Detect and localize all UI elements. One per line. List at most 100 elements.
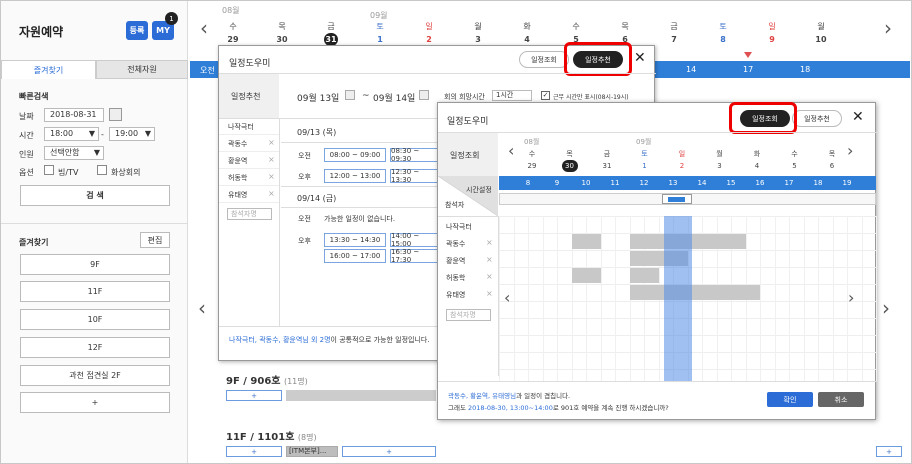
- weekday-label: 월: [716, 150, 723, 158]
- time-label: 시간: [19, 131, 34, 140]
- day-number[interactable]: 31: [599, 162, 615, 170]
- favorites-title: 즐겨찾기: [19, 238, 49, 247]
- time-start-select[interactable]: 18:00 ▼: [44, 127, 99, 141]
- remove-attendee-icon[interactable]: ×: [486, 272, 493, 281]
- time-slot[interactable]: 08:00 ~ 09:00: [324, 148, 386, 162]
- day-number[interactable]: 3: [712, 162, 728, 170]
- prev-hours-arrow[interactable]: ‹: [504, 288, 510, 307]
- room-title: 11F / 1101호 (8명): [226, 432, 317, 443]
- month-label: 08월: [524, 138, 540, 146]
- day-number[interactable]: 8: [716, 35, 730, 44]
- remove-attendee-icon[interactable]: ×: [486, 255, 493, 264]
- work-hours-checkbox[interactable]: ✓: [541, 91, 550, 100]
- remove-attendee-icon[interactable]: ×: [486, 289, 493, 298]
- day-number[interactable]: 30: [561, 160, 578, 172]
- day-number[interactable]: 10: [814, 35, 828, 44]
- hour-label: 15: [726, 179, 736, 187]
- remove-attendee-icon[interactable]: ×: [486, 238, 493, 247]
- room-slot[interactable]: +: [342, 446, 436, 457]
- close-icon[interactable]: ✕: [852, 109, 864, 125]
- tab-favorites[interactable]: 즐겨찾기: [1, 60, 96, 79]
- confirm-button[interactable]: 확인: [767, 392, 813, 407]
- add-favorite-button[interactable]: +: [20, 392, 170, 413]
- date-input[interactable]: 2018-08-31: [44, 108, 104, 122]
- option-beam-checkbox[interactable]: [44, 165, 54, 175]
- schedule-view-button[interactable]: 일정조회: [519, 51, 569, 68]
- option-video-checkbox[interactable]: [97, 165, 107, 175]
- next-week-arrow[interactable]: ›: [884, 16, 892, 40]
- weekday-label: 금: [603, 150, 611, 158]
- attendee-name: 유태영: [446, 291, 466, 299]
- attendee-search-input[interactable]: 참석자명: [446, 309, 491, 321]
- weekday-label: 수: [791, 150, 798, 158]
- favorite-item[interactable]: 과천 접견실 2F: [20, 365, 170, 386]
- favorite-item[interactable]: 10F: [20, 309, 170, 330]
- time-slot[interactable]: 14:00 ~ 15:00: [390, 232, 438, 248]
- grid-line: [832, 216, 834, 381]
- weekday-label: 수: [229, 22, 237, 31]
- room-slot[interactable]: +: [876, 446, 902, 457]
- grid-line: [615, 216, 616, 381]
- day-number[interactable]: 3: [471, 35, 485, 44]
- divider: [219, 202, 279, 203]
- room-slot[interactable]: +: [226, 390, 282, 401]
- register-button[interactable]: 등록: [126, 21, 148, 40]
- next-date-arrow[interactable]: ›: [847, 141, 853, 160]
- quick-search-title: 빠른검색: [19, 92, 49, 101]
- day-number[interactable]: 1: [373, 35, 387, 44]
- next-hours-arrow[interactable]: ›: [882, 296, 890, 320]
- day-number[interactable]: 9: [765, 35, 779, 44]
- day-number[interactable]: 6: [824, 162, 840, 170]
- hour-label: 18: [800, 65, 811, 74]
- time-end-select[interactable]: 19:00 ▼: [109, 127, 155, 141]
- calendar-icon[interactable]: [419, 90, 429, 100]
- remove-attendee-icon[interactable]: ×: [268, 138, 275, 147]
- remove-attendee-icon[interactable]: ×: [268, 189, 275, 198]
- am-label: 오전: [298, 152, 311, 160]
- day-number[interactable]: 7: [667, 35, 681, 44]
- attendee-name: 허동학: [446, 274, 466, 282]
- favorite-item[interactable]: 12F: [20, 337, 170, 358]
- day-number[interactable]: 30: [275, 35, 289, 44]
- prev-date-arrow[interactable]: ‹: [508, 141, 514, 160]
- prev-week-arrow[interactable]: ‹: [200, 16, 208, 40]
- time-slot[interactable]: 16:00 ~ 17:00: [324, 249, 386, 263]
- day-number[interactable]: 29: [226, 35, 240, 44]
- next-hours-arrow[interactable]: ›: [848, 288, 854, 307]
- close-icon[interactable]: ✕: [634, 50, 646, 66]
- day-number[interactable]: 29: [524, 162, 540, 170]
- meeting-time-select[interactable]: 1시간: [492, 90, 532, 101]
- prev-hours-arrow[interactable]: ‹: [198, 296, 206, 320]
- selected-time-column[interactable]: [664, 216, 692, 381]
- hour-label: 12: [639, 179, 649, 187]
- day-number[interactable]: 4: [520, 35, 534, 44]
- pm-label: 오후: [298, 173, 311, 181]
- calendar-icon[interactable]: [345, 90, 355, 100]
- day-number[interactable]: 2: [422, 35, 436, 44]
- weekday-label: 금: [670, 22, 678, 31]
- time-slot[interactable]: 08:30 ~ 09:30: [390, 147, 438, 163]
- search-button[interactable]: 검 색: [20, 185, 170, 206]
- favorite-item[interactable]: 11F: [20, 281, 170, 302]
- favorite-item[interactable]: 9F: [20, 254, 170, 275]
- weekday-label: 토: [376, 22, 384, 31]
- schedule-recommend-button[interactable]: 일정추천: [792, 110, 842, 127]
- time-slot[interactable]: 13:30 ~ 14:30: [324, 233, 386, 247]
- day-number[interactable]: 5: [787, 162, 803, 170]
- room-slot[interactable]: +: [226, 446, 282, 457]
- people-select[interactable]: 선택안함 ▼: [44, 146, 104, 160]
- divider: [219, 134, 279, 135]
- attendee-search-input[interactable]: 참석자명: [227, 208, 272, 220]
- calendar-icon[interactable]: [109, 108, 122, 121]
- time-slot[interactable]: 12:00 ~ 13:00: [324, 169, 386, 183]
- day-number[interactable]: 2: [674, 162, 690, 170]
- day-number[interactable]: 4: [749, 162, 765, 170]
- tab-all-resources[interactable]: 전체자원: [96, 60, 188, 79]
- remove-attendee-icon[interactable]: ×: [268, 155, 275, 164]
- day-number[interactable]: 1: [637, 162, 653, 170]
- time-slot[interactable]: 16:30 ~ 17:30: [390, 248, 438, 264]
- edit-favorites-button[interactable]: 편집: [140, 232, 170, 248]
- remove-attendee-icon[interactable]: ×: [268, 172, 275, 181]
- cancel-button[interactable]: 취소: [818, 392, 864, 407]
- time-slot[interactable]: 12:30 ~ 13:30: [390, 168, 438, 184]
